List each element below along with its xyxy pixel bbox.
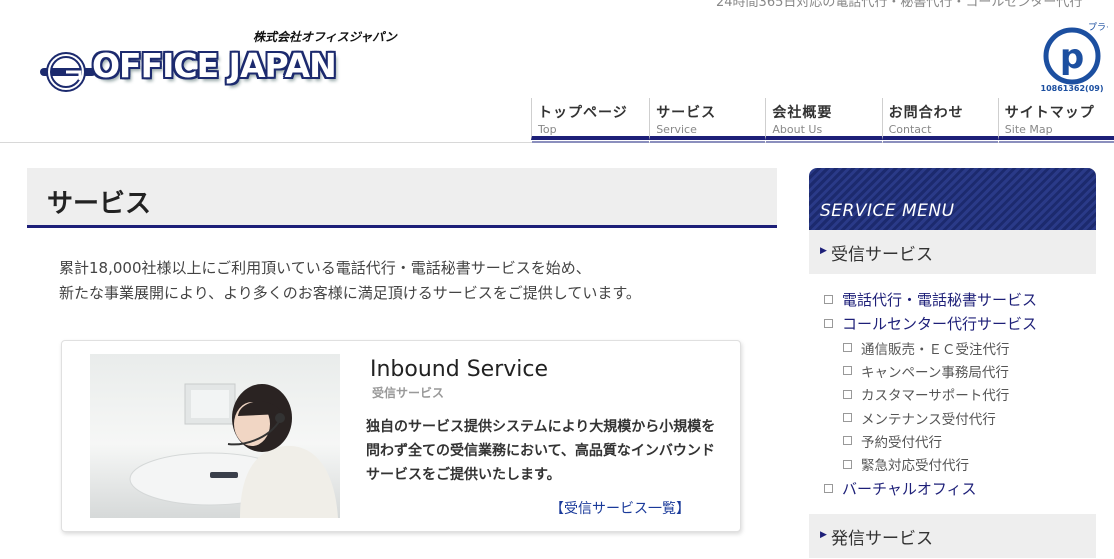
logo-company-en: OFFICE JAPAN	[92, 46, 337, 85]
page-title-box: サービス	[27, 168, 777, 228]
privacy-mark-icon: p プライバシー 10861362(09)	[1041, 22, 1108, 93]
sidebar-subitem[interactable]: 予約受付代行	[824, 429, 1094, 452]
sidebar-subitem-link[interactable]: 通信販売・ＥＣ受注代行	[861, 338, 1010, 358]
inbound-service-list-link[interactable]: 【受信サービス一覧】	[550, 498, 690, 518]
square-bullet-icon	[843, 436, 852, 446]
sidebar-subitem-link[interactable]: 緊急対応受付代行	[861, 454, 969, 474]
nav-item-about[interactable]: 会社概要 About Us	[765, 98, 882, 143]
sidebar-item[interactable]: 電話代行・電話秘書サービス	[824, 287, 1094, 312]
sidebar-subitem-link[interactable]: 予約受付代行	[861, 431, 942, 451]
sidebar-item-link[interactable]: 電話代行・電話秘書サービス	[842, 289, 1037, 310]
service-menu-title: SERVICE MENU	[820, 201, 955, 221]
site-logo[interactable]: 株式会社オフィスジャパン OFFICE JAPAN	[40, 26, 397, 101]
card-description: 独自のサービス提供システムにより大規模から小規模を問わず全ての受信業務において、…	[366, 419, 716, 483]
nav-label-en: Site Map	[1004, 123, 1053, 136]
inbound-service-card: Inbound Service 受信サービス 独自のサービス提供システムにより大…	[61, 340, 741, 532]
square-bullet-icon	[843, 389, 852, 399]
nav-label-ja: トップページ	[538, 105, 628, 121]
sidebar-category-label: 受信サービス	[831, 245, 933, 265]
chevron-right-icon: ▶	[820, 246, 827, 256]
square-bullet-icon	[843, 459, 852, 469]
sidebar-subitem[interactable]: 通信販売・ＥＣ受注代行	[824, 336, 1094, 359]
nav-item-sitemap[interactable]: サイトマップ Site Map	[997, 98, 1114, 143]
operator-photo	[90, 354, 340, 518]
operator-illustration	[129, 383, 338, 518]
card-title: Inbound Service	[370, 357, 549, 382]
svg-text:p: p	[1060, 37, 1084, 77]
sidebar-category-inbound[interactable]: ▶ 受信サービス	[809, 230, 1096, 274]
global-nav: トップページ Top サービス Service 会社概要 About Us お問…	[531, 98, 1114, 143]
sidebar-subitem[interactable]: キャンペーン事務局代行	[824, 359, 1094, 382]
nav-label-ja: サイトマップ	[1004, 105, 1095, 121]
header-tagline: 24時間365日対応の電話代行・秘書代行・コールセンター代行	[716, 0, 1083, 10]
sidebar-subitem[interactable]: カスタマーサポート代行	[824, 383, 1094, 406]
sidebar-item[interactable]: コールセンター代行サービス	[824, 312, 1094, 337]
nav-item-top[interactable]: トップページ Top	[531, 98, 650, 143]
square-bullet-icon	[824, 319, 833, 329]
square-bullet-icon	[824, 483, 833, 493]
sidebar-subitem-link[interactable]: メンテナンス受付代行	[861, 408, 996, 428]
nav-label-ja: 会社概要	[772, 105, 833, 121]
square-bullet-icon	[843, 413, 852, 423]
chevron-right-icon: ▶	[820, 530, 827, 540]
site-header: 24時間365日対応の電話代行・秘書代行・コールセンター代行 株式会社オフィスジ…	[0, 0, 1114, 143]
sidebar-item-link[interactable]: バーチャルオフィス	[842, 478, 977, 499]
nav-label-ja: お問合わせ	[888, 105, 964, 121]
square-bullet-icon	[843, 366, 852, 376]
sidebar-subitem-link[interactable]: カスタマーサポート代行	[861, 384, 1009, 404]
intro-text: 累計18,000社様以上にご利用頂いている電話代行・電話秘書サービスを始め、 新…	[59, 256, 641, 306]
card-subtitle: 受信サービス	[372, 386, 445, 400]
sidebar-service-list: 電話代行・電話秘書サービス コールセンター代行サービス 通信販売・ＥＣ受注代行 …	[824, 287, 1094, 500]
page-title: サービス	[47, 189, 152, 219]
square-bullet-icon	[824, 294, 833, 304]
nav-item-service[interactable]: サービス Service	[649, 98, 766, 143]
sidebar-subitem[interactable]: メンテナンス受付代行	[824, 406, 1094, 429]
nav-label-en: About Us	[772, 123, 823, 136]
service-menu-header: SERVICE MENU	[809, 168, 1096, 230]
sidebar-subitem-link[interactable]: キャンペーン事務局代行	[861, 361, 1009, 381]
sidebar-item-link[interactable]: コールセンター代行サービス	[842, 313, 1037, 334]
nav-label-en: Service	[656, 123, 697, 136]
privacy-mark-number: 10861362(09)	[1041, 84, 1104, 93]
intro-line: 新たな事業展開により、より多くのお客様に満足頂けるサービスをご提供しています。	[59, 284, 641, 302]
sidebar-subitem[interactable]: 緊急対応受付代行	[824, 452, 1094, 475]
privacy-mark-label: プライバシー	[1088, 22, 1108, 33]
sidebar-category-outbound[interactable]: ▶ 発信サービス	[809, 514, 1096, 558]
sidebar-category-label: 発信サービス	[831, 529, 933, 549]
nav-item-contact[interactable]: お問合わせ Contact	[881, 98, 999, 143]
sidebar-item[interactable]: バーチャルオフィス	[824, 476, 1094, 501]
nav-label-en: Top	[538, 123, 557, 136]
nav-label-en: Contact	[888, 123, 932, 136]
square-bullet-icon	[843, 343, 852, 353]
intro-line: 累計18,000社様以上にご利用頂いている電話代行・電話秘書サービスを始め、	[59, 259, 591, 277]
nav-label-ja: サービス	[656, 105, 717, 121]
logo-company-ja: 株式会社オフィスジャパン	[253, 30, 397, 44]
logo-g-mark-icon	[40, 52, 96, 92]
